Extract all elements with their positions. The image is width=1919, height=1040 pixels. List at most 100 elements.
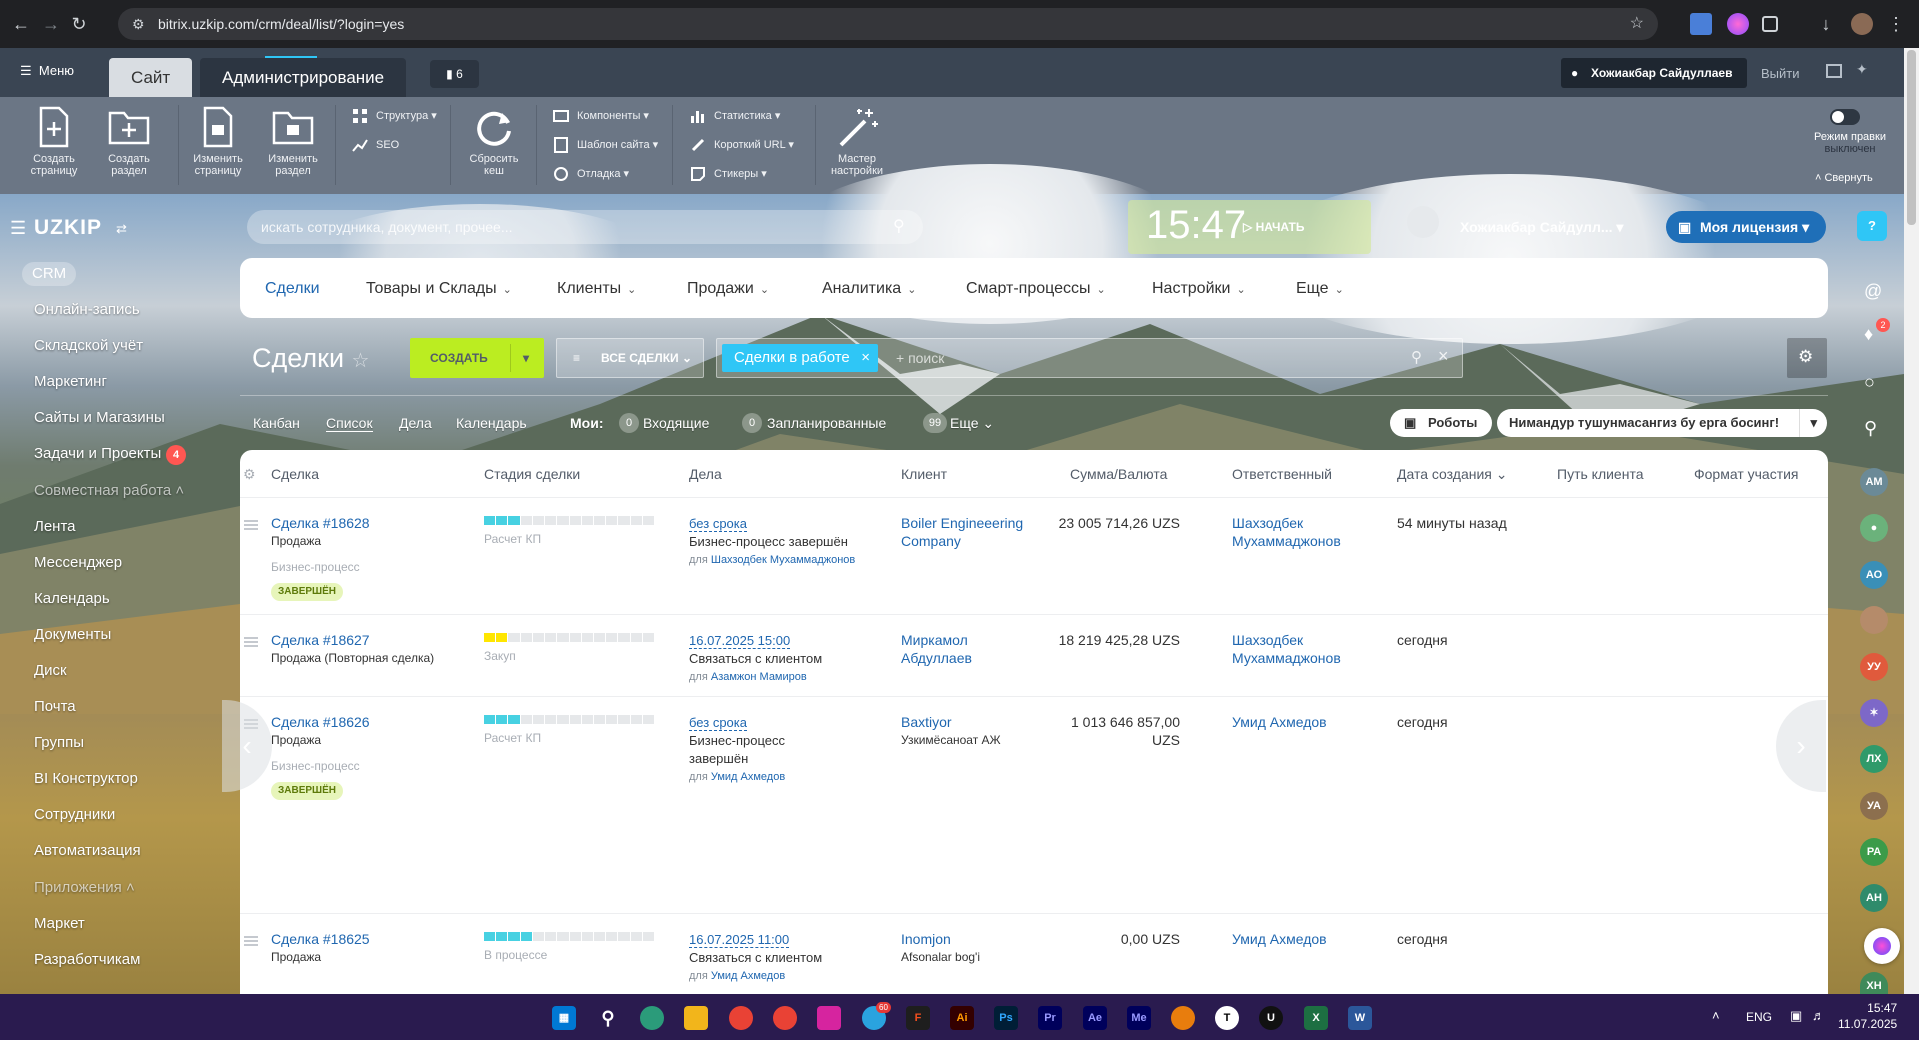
activity-user[interactable]: Умид Ахмедов [711,970,785,982]
sidebar-item-crm[interactable]: CRM [22,262,77,286]
puzzle-icon[interactable] [1762,16,1778,32]
responsible-link[interactable]: Умид Ахмедов [1232,713,1327,731]
activity-deadline[interactable]: без срока [689,715,747,731]
instagram-icon[interactable] [817,1006,841,1030]
copilot-button[interactable] [1864,928,1900,964]
nav-products[interactable]: Товары и Склады ⌄ [366,280,512,298]
deal-link[interactable]: Сделка #18626 [271,713,370,731]
client-link[interactable]: Inomjon [901,930,1041,948]
extension-icon[interactable] [1727,13,1749,35]
column-responsible[interactable]: Ответственный [1232,466,1332,482]
admin-menu-button[interactable]: ☰ Меню [20,63,74,79]
more-icon[interactable]: ⋮ [1885,13,1907,35]
sidebar-item-automation[interactable]: Автоматизация [34,842,141,859]
sidebar-item-inventory[interactable]: Складской учёт [34,337,143,354]
figma-icon[interactable]: F [906,1006,930,1030]
start-workday-button[interactable]: ▷ НАЧАТЬ [1243,220,1304,234]
site-template-menu[interactable]: Шаблон сайта ▾ [553,136,658,154]
drag-handle-icon[interactable] [244,936,258,946]
illustrator-icon[interactable]: Ai [950,1006,974,1030]
chat-icon[interactable]: ○ [1864,372,1875,393]
deal-link[interactable]: Сделка #18625 [271,930,370,948]
star-icon[interactable]: ☆ [352,350,370,372]
activity-deadline[interactable]: 16.07.2025 11:00 [689,932,790,948]
admin-user-button[interactable]: ● Хожиакбар Сайдуллаев [1561,58,1747,88]
activity-user[interactable]: Шахзодбек Мухаммаджонов [711,554,855,566]
business-process-button[interactable]: Нимандур тушунмасангиз бу ерга босинг! ▾ [1497,409,1827,437]
chat-group-icon[interactable]: ● [1860,514,1888,542]
explorer-icon[interactable] [684,1006,708,1030]
unreal-icon[interactable]: U [1259,1006,1283,1030]
sidebar-item-disk[interactable]: Диск [34,662,67,679]
column-client[interactable]: Клиент [901,466,947,482]
create-dropdown-icon[interactable]: ▾ [510,344,529,372]
stickers-menu[interactable]: Стикеры ▾ [690,165,767,183]
sidebar-item-documents[interactable]: Документы [34,626,111,643]
app-t-icon[interactable]: T [1215,1006,1239,1030]
sidebar-group-collaboration[interactable]: Совместная работа ˄ [34,482,184,499]
admin-notifications[interactable]: ▮ 6 [430,60,479,88]
translate-icon[interactable] [1690,13,1712,35]
header-user-name[interactable]: Хожиакбар Сайдулл... ▾ [1460,219,1623,236]
column-client-path[interactable]: Путь клиента [1557,466,1644,482]
filter-clear-icon[interactable]: × [1438,346,1449,367]
client-link[interactable]: Миркамол Абдуллаев [901,631,1011,667]
chrome-icon[interactable] [729,1006,753,1030]
user-avatar[interactable] [1407,206,1439,238]
deal-link[interactable]: Сделка #18627 [271,631,434,649]
volume-icon[interactable]: ♬ [1812,1008,1825,1023]
filter-tag[interactable]: Сделки в работе × [722,344,878,372]
sidebar-item-tasks[interactable]: Задачи и Проекты [34,445,161,462]
pin-icon[interactable]: ✦ [1856,61,1868,78]
help-icon[interactable]: ? [1857,211,1887,241]
reload-icon[interactable]: ↻ [68,13,90,35]
remove-tag-icon[interactable]: × [861,344,870,372]
logout-link[interactable]: Выйти [1761,66,1800,81]
chevron-down-icon[interactable]: ▾ [1799,409,1817,437]
scrollbar-thumb[interactable] [1907,50,1916,225]
download-icon[interactable]: ↓ [1815,13,1837,35]
media-encoder-icon[interactable]: Me [1127,1006,1151,1030]
avatar-ra[interactable]: РА [1860,838,1888,866]
taskbar-search-icon[interactable]: ⚲ [596,1006,620,1030]
view-tasks[interactable]: Дела [399,415,432,431]
column-created[interactable]: Дата создания ⌄ [1397,466,1508,483]
sidebar-item-developers[interactable]: Разработчикам [34,951,140,968]
stage-progress[interactable] [484,932,655,941]
filter-preset-button[interactable]: ≡ ВСЕ СДЕЛКИ ⌄ [556,338,704,378]
premiere-icon[interactable]: Pr [1038,1006,1062,1030]
forward-icon[interactable]: → [40,13,62,35]
sidebar-group-apps[interactable]: Приложения ˄ [34,879,135,896]
edit-section-button[interactable]: Изменить раздел [263,105,323,177]
sidebar-item-groups[interactable]: Группы [34,734,84,751]
sidebar-item-employees[interactable]: Сотрудники [34,806,115,823]
seo-menu[interactable]: SEO [352,136,399,154]
sidebar-item-feed[interactable]: Лента [34,518,76,535]
responsible-link[interactable]: Шахзодбек Мухаммаджонов [1232,514,1362,550]
avatar-photo[interactable] [1860,606,1888,634]
reset-cache-button[interactable]: Сбросить кеш [462,105,526,177]
network-icon[interactable]: ▣ [1790,1008,1802,1024]
counter-more[interactable]: Еще ⌄ [950,415,994,432]
table-row[interactable]: Сделка #18627 Продажа (Повторная сделка) … [240,614,1828,696]
tab-administration[interactable]: Администрирование [200,58,407,97]
window-icon[interactable] [1826,64,1842,78]
stage-progress[interactable] [484,715,655,724]
client-link[interactable]: Baxtiyor [901,713,1041,731]
stage-progress[interactable] [484,633,655,642]
language-indicator[interactable]: ENG [1746,1010,1772,1024]
column-stage[interactable]: Стадия сделки [484,466,580,482]
activity-user[interactable]: Умид Ахмедов [711,771,785,783]
filter-search-placeholder[interactable]: + поиск [896,350,944,366]
tab-site[interactable]: Сайт [109,58,193,97]
avatar-hn[interactable]: ХН [1860,972,1888,994]
sidebar-item-sites[interactable]: Сайты и Магазины [34,409,165,426]
blender-icon[interactable] [1171,1006,1195,1030]
nav-smart-processes[interactable]: Смарт-процессы ⌄ [966,280,1106,298]
photoshop-icon[interactable]: Ps [994,1006,1018,1030]
collapse-link[interactable]: ˄ Свернуть [1815,172,1873,184]
sidebar-item-messenger[interactable]: Мессенджер [34,554,122,571]
activity-deadline[interactable]: 16.07.2025 15:00 [689,633,791,649]
edit-page-button[interactable]: Изменить страницу [188,105,248,177]
tray-chevron-icon[interactable]: ˄ [1712,1008,1720,1023]
